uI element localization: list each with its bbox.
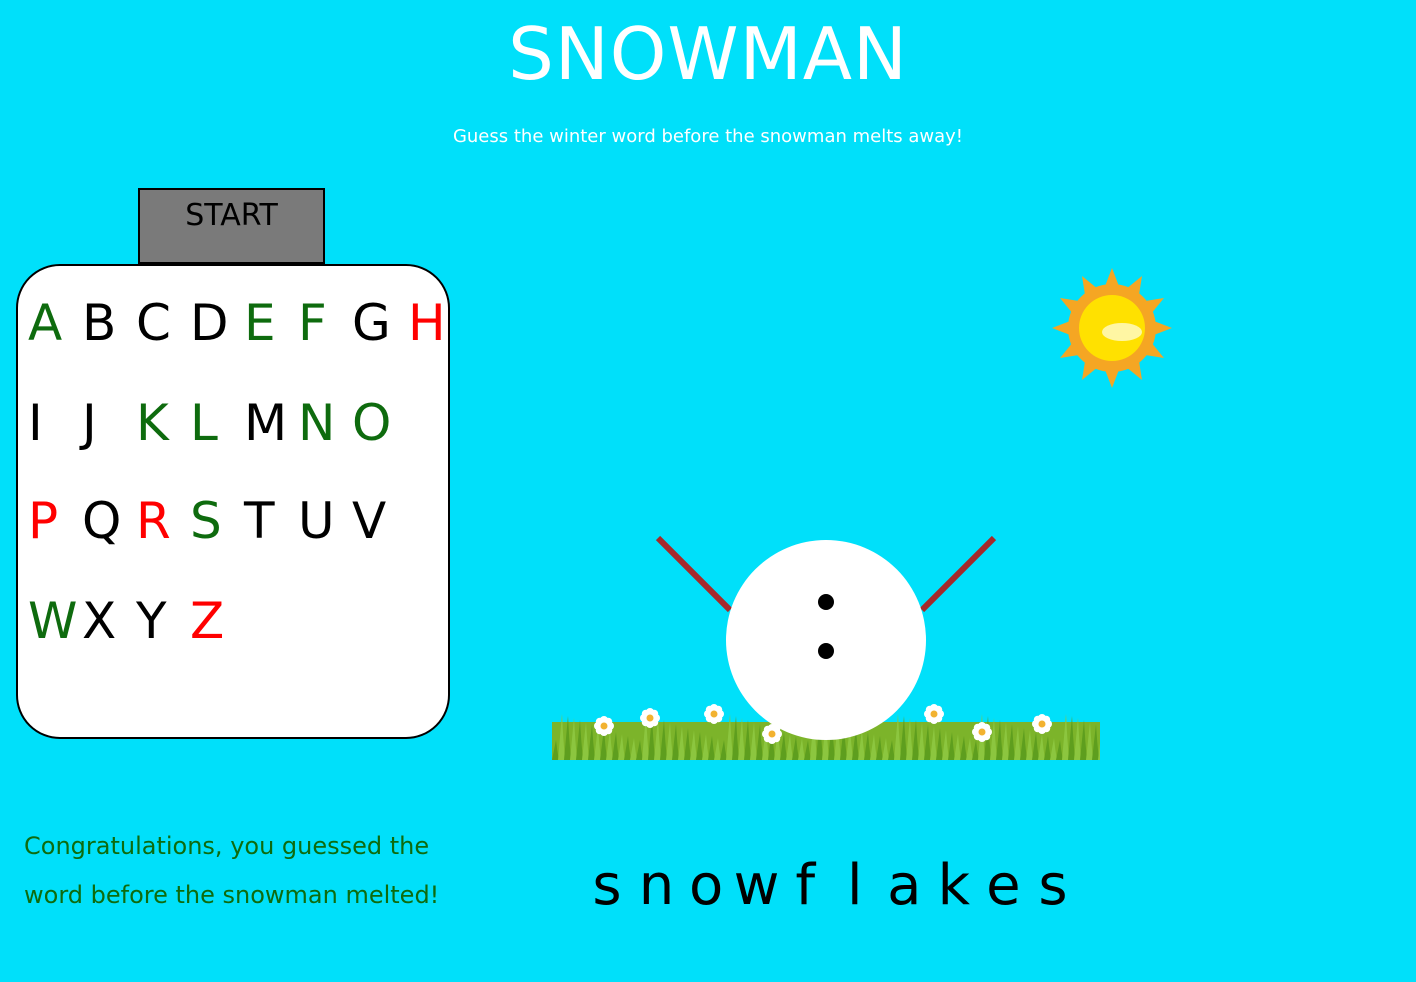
letter-x[interactable]: X [82, 596, 116, 646]
snowman-eye-bottom [818, 643, 834, 659]
letter-n[interactable]: N [298, 398, 335, 448]
answer-letter: s [1038, 853, 1068, 918]
snowman-left-arm [655, 535, 733, 613]
letter-s[interactable]: S [190, 496, 222, 546]
snowman-figure [655, 535, 997, 740]
letter-w[interactable]: W [28, 596, 77, 646]
letter-d[interactable]: D [190, 298, 229, 348]
answer-word: snowflakes [585, 858, 1075, 922]
letter-g[interactable]: G [352, 298, 391, 348]
letter-o[interactable]: O [352, 398, 391, 448]
game-title: SNOWMAN [508, 12, 908, 96]
letter-f[interactable]: F [298, 298, 327, 348]
letter-r[interactable]: R [136, 496, 171, 546]
letter-v[interactable]: V [352, 496, 386, 546]
letter-l[interactable]: L [190, 398, 218, 448]
letter-y[interactable]: Y [136, 596, 167, 646]
answer-letter: o [688, 853, 724, 918]
snowman-right-arm [919, 535, 997, 613]
letter-t[interactable]: T [244, 496, 275, 546]
letter-i[interactable]: I [28, 398, 43, 448]
snowman-body [726, 540, 926, 740]
game-subtitle: Guess the winter word before the snowman… [452, 126, 964, 147]
letter-e[interactable]: E [244, 298, 276, 348]
letter-h[interactable]: H [408, 298, 446, 348]
letter-a[interactable]: A [28, 298, 62, 348]
letter-b[interactable]: B [82, 298, 116, 348]
letter-j[interactable]: J [82, 398, 97, 448]
snowman-eye-top [818, 594, 834, 610]
letter-panel: ABCDEFGH IJKLMNO PQRSTUV WXYZ [16, 264, 450, 739]
letter-c[interactable]: C [136, 298, 171, 348]
letter-z[interactable]: Z [190, 596, 224, 646]
start-button[interactable]: START [138, 188, 325, 264]
letter-q[interactable]: Q [82, 496, 121, 546]
answer-letter: f [795, 853, 816, 918]
answer-letter: a [887, 853, 922, 918]
letter-k[interactable]: K [136, 398, 169, 448]
answer-letter: k [937, 853, 971, 918]
letter-m[interactable]: M [244, 398, 287, 448]
answer-letter: l [846, 853, 863, 918]
answer-letter: w [733, 853, 780, 918]
answer-letter: s [592, 853, 622, 918]
result-message: Congratulations, you guessed the word be… [24, 832, 440, 909]
answer-letter: n [638, 853, 675, 918]
snowman-stage [552, 262, 1172, 762]
game-page: SNOWMAN Guess the winter word before the… [0, 0, 1416, 982]
answer-letter: e [986, 853, 1021, 918]
letter-u[interactable]: U [298, 496, 335, 546]
sun-icon [1052, 268, 1172, 388]
letter-p[interactable]: P [28, 496, 58, 546]
